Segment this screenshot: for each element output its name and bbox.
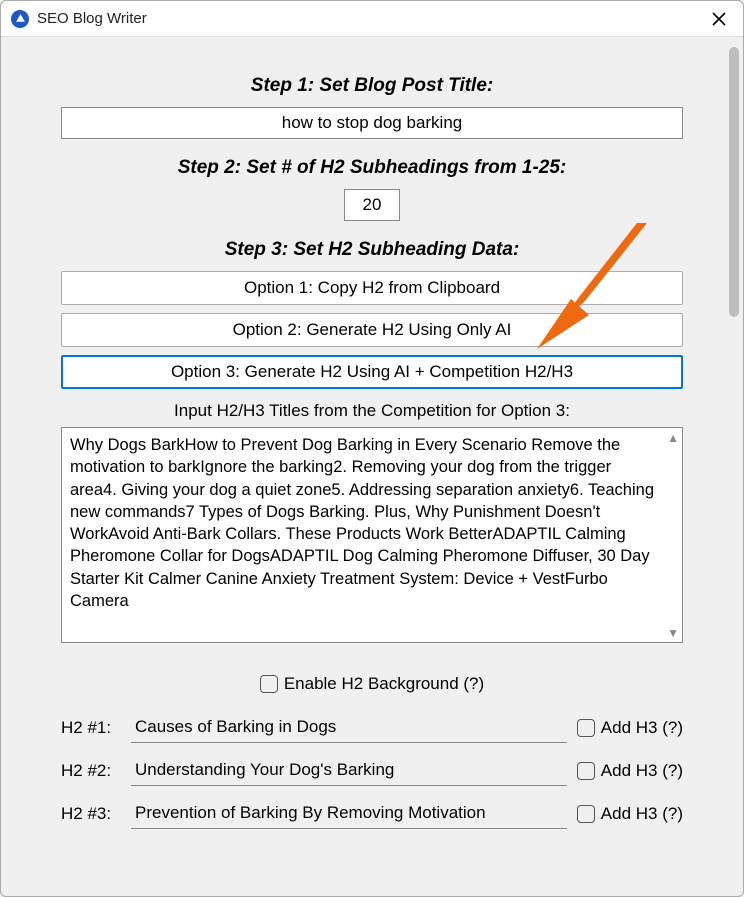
h2-1-label: H2 #1: [61, 718, 121, 738]
option2-button[interactable]: Option 2: Generate H2 Using Only AI [61, 313, 683, 347]
enable-background-row: Enable H2 Background (?) [61, 674, 683, 694]
h2-3-add: Add H3 (?) [577, 804, 683, 824]
h2-1-add: Add H3 (?) [577, 718, 683, 738]
option1-button[interactable]: Option 1: Copy H2 from Clipboard [61, 271, 683, 305]
competition-textarea-wrap: ▲ ▼ [61, 427, 683, 648]
window-title: SEO Blog Writer [37, 10, 705, 27]
vertical-scrollbar[interactable] [729, 47, 739, 317]
competition-input-label: Input H2/H3 Titles from the Competition … [61, 401, 683, 421]
step3-label: Step 3: Set H2 Subheading Data: [61, 239, 683, 261]
titlebar: SEO Blog Writer [1, 1, 743, 37]
h2-2-add-label: Add H3 (?) [601, 761, 683, 781]
h2-3-input[interactable] [131, 798, 567, 829]
h2-row-1: H2 #1: Add H3 (?) [61, 712, 683, 743]
h2-1-add-checkbox[interactable] [577, 719, 595, 737]
option3-button[interactable]: Option 3: Generate H2 Using AI + Competi… [61, 355, 683, 389]
close-icon [711, 11, 727, 27]
app-icon [11, 10, 29, 28]
h2-3-add-checkbox[interactable] [577, 805, 595, 823]
h2-1-input[interactable] [131, 712, 567, 743]
subheading-count-input[interactable] [344, 189, 400, 221]
h2-2-add: Add H3 (?) [577, 761, 683, 781]
scroll-up-icon[interactable]: ▲ [667, 431, 679, 445]
step2-label: Step 2: Set # of H2 Subheadings from 1-2… [61, 157, 683, 179]
h2-row-3: H2 #3: Add H3 (?) [61, 798, 683, 829]
app-window: SEO Blog Writer Step 1: Set Blog Post Ti… [0, 0, 744, 897]
h2-2-input[interactable] [131, 755, 567, 786]
step1-label: Step 1: Set Blog Post Title: [61, 75, 683, 97]
h2-2-add-checkbox[interactable] [577, 762, 595, 780]
h2-row-2: H2 #2: Add H3 (?) [61, 755, 683, 786]
blog-title-input[interactable] [61, 107, 683, 139]
h2-3-label: H2 #3: [61, 804, 121, 824]
scroll-down-icon[interactable]: ▼ [667, 626, 679, 640]
h2-2-label: H2 #2: [61, 761, 121, 781]
h2-3-add-label: Add H3 (?) [601, 804, 683, 824]
enable-background-checkbox[interactable] [260, 675, 278, 693]
competition-textarea[interactable] [61, 427, 683, 643]
h2-1-add-label: Add H3 (?) [601, 718, 683, 738]
scroll-content: Step 1: Set Blog Post Title: Step 2: Set… [1, 37, 743, 896]
content-area: Step 1: Set Blog Post Title: Step 2: Set… [1, 37, 743, 896]
enable-background-label: Enable H2 Background (?) [284, 674, 484, 694]
close-button[interactable] [705, 5, 733, 33]
